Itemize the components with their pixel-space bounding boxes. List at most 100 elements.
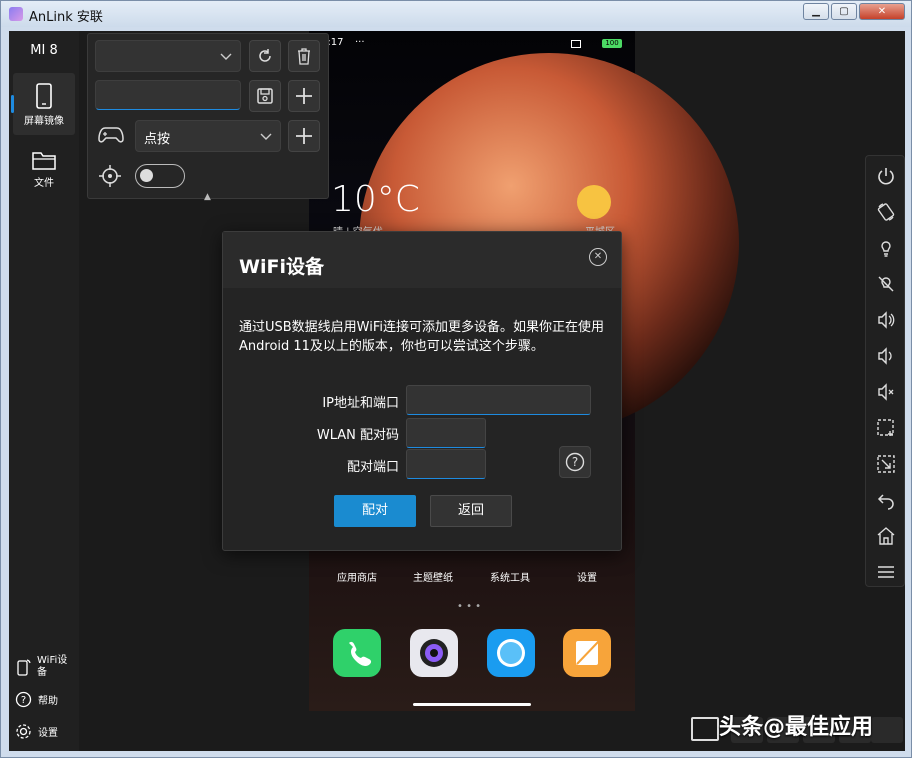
help-icon: ? [565, 452, 585, 472]
wifi-device-icon [17, 659, 31, 676]
menu-button[interactable] [874, 560, 898, 584]
pairing-code-input[interactable] [406, 418, 486, 448]
screenshot-button[interactable] [874, 416, 898, 440]
add-preset-button[interactable] [288, 80, 320, 112]
back-button[interactable] [874, 488, 898, 512]
app-window: AnLink 安联 ▁ ▢ ✕ MI 8 屏幕镜像 文件 WiFi设备 ? 帮助 [0, 0, 912, 758]
maximize-button[interactable]: ▢ [831, 3, 857, 20]
delete-button[interactable] [288, 40, 320, 72]
bulb-off-icon [878, 276, 894, 292]
title-bar: AnLink 安联 ▁ ▢ ✕ [1, 1, 911, 27]
volume-down-icon [878, 347, 892, 365]
phone-app-icon[interactable] [333, 629, 381, 677]
ip-port-label: IP地址和端口 [322, 396, 399, 411]
mute-icon [878, 383, 894, 401]
anlink-logo-icon [9, 7, 23, 21]
refresh-icon [259, 49, 271, 62]
toggle-knob [140, 169, 153, 182]
svg-text:?: ? [21, 695, 26, 706]
refresh-button[interactable] [249, 40, 281, 72]
mute-button[interactable] [874, 380, 898, 404]
bulb-icon [881, 241, 891, 257]
device-name: MI 8 [30, 43, 58, 58]
save-button[interactable] [249, 80, 281, 112]
rotate-button[interactable] [874, 200, 898, 224]
help-icon: ? [15, 691, 32, 708]
sun-icon [577, 185, 611, 219]
pairing-port-label: 配对端口 [346, 460, 399, 475]
active-indicator [11, 95, 14, 113]
status-sim-icon [571, 40, 581, 48]
gamepad-icon [98, 127, 124, 143]
phone-icon [36, 83, 52, 109]
sidebar-bottom-label: 帮助 [38, 696, 58, 707]
dialog-title: WiFi设备 [239, 256, 324, 278]
window-title: AnLink 安联 [29, 10, 103, 25]
pair-button[interactable]: 配对 [334, 495, 416, 527]
notes-app-icon[interactable] [563, 629, 611, 677]
page-dots: • • • [457, 601, 482, 612]
app-label[interactable]: 系统工具 [480, 569, 540, 584]
app-label[interactable]: 设置 [557, 569, 617, 584]
home-indicator[interactable] [413, 703, 531, 706]
bottom-toolbar-button[interactable] [871, 717, 903, 743]
screen-light-button[interactable] [874, 236, 898, 260]
trash-icon [298, 48, 310, 65]
save-icon [257, 88, 273, 104]
menu-icon [878, 566, 894, 578]
folder-icon [32, 152, 56, 170]
right-toolbar [865, 155, 905, 587]
add-mapping-button[interactable] [288, 120, 320, 152]
preset-select[interactable] [95, 40, 241, 72]
dialog-close-button[interactable]: ✕ [589, 248, 607, 266]
home-icon [877, 527, 895, 545]
power-icon [878, 168, 894, 185]
sidebar-item-label: 屏幕镜像 [24, 116, 64, 127]
home-button[interactable] [874, 524, 898, 548]
mode-select-value: 点按 [144, 132, 171, 147]
pairing-code-label: WLAN 配对码 [316, 428, 399, 443]
rotate-icon [877, 203, 895, 221]
collapse-caret-icon[interactable]: ▲ [204, 192, 211, 202]
gear-icon [16, 724, 31, 739]
control-panel: 点按 ▲ [87, 33, 329, 202]
dialog-header: WiFi设备 ✕ [223, 232, 621, 288]
crosshair-toggle[interactable] [135, 164, 185, 188]
back-icon [877, 494, 894, 510]
app-label[interactable]: 应用商店 [327, 569, 387, 584]
sidebar-bottom-label: 设置 [38, 728, 58, 739]
sidebar-bottom-help[interactable]: ? 帮助 [15, 691, 58, 708]
app-label[interactable]: 主题壁纸 [403, 569, 463, 584]
region-capture-icon [877, 455, 895, 473]
plus-icon [296, 128, 312, 144]
sidebar-item-screen-mirror[interactable]: 屏幕镜像 [11, 73, 75, 135]
power-button[interactable] [874, 164, 898, 188]
pairing-port-input[interactable] [406, 449, 486, 479]
sidebar-bottom-settings[interactable]: 设置 [15, 723, 58, 740]
screen-off-button[interactable] [874, 272, 898, 296]
wifi-device-dialog: WiFi设备 ✕ 通过USB数据线启用WiFi连接可添加更多设备。如果你正在使用… [222, 231, 622, 551]
status-dots: ··· [355, 37, 365, 48]
minimize-button[interactable]: ▁ [803, 3, 829, 20]
sidebar-item-files[interactable]: 文件 [13, 149, 75, 195]
close-button[interactable]: ✕ [859, 3, 905, 20]
camera-app-icon[interactable] [410, 629, 458, 677]
weather-temperature: 10°C [331, 179, 420, 220]
volume-up-button[interactable] [874, 308, 898, 332]
sidebar: MI 8 屏幕镜像 文件 WiFi设备 ? 帮助 设置 [9, 31, 79, 751]
name-input[interactable] [95, 80, 241, 110]
plus-icon [296, 88, 312, 104]
volume-down-button[interactable] [874, 344, 898, 368]
sidebar-bottom-wifi[interactable]: WiFi设备 [15, 655, 71, 679]
client-area: MI 8 屏幕镜像 文件 WiFi设备 ? 帮助 设置 2:17 ··· 100… [9, 31, 905, 751]
dialog-description: 通过USB数据线启用WiFi连接可添加更多设备。如果你正在使用Android 1… [239, 320, 605, 354]
messages-app-icon[interactable] [487, 629, 535, 677]
ip-port-input[interactable] [406, 385, 591, 415]
screenshot-icon [877, 419, 894, 436]
chevron-down-icon [220, 53, 232, 60]
watermark: 头条@最佳应用 [719, 715, 874, 740]
mode-select[interactable]: 点按 [135, 120, 281, 152]
back-button[interactable]: 返回 [430, 495, 512, 527]
pairing-help-button[interactable]: ? [559, 446, 591, 478]
region-capture-button[interactable] [874, 452, 898, 476]
